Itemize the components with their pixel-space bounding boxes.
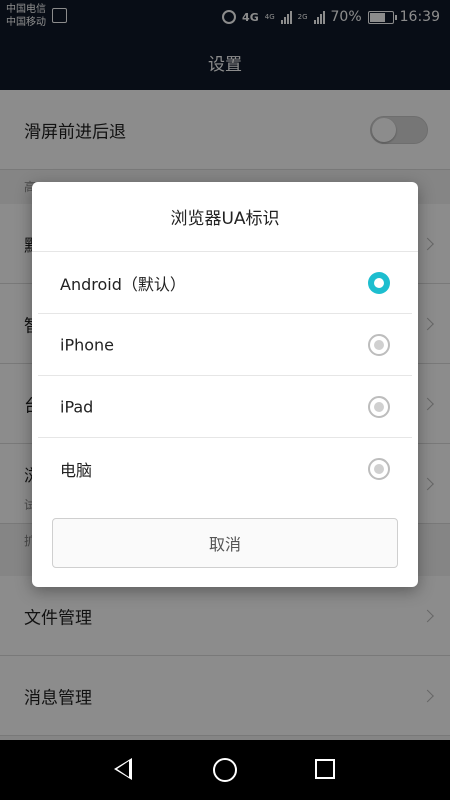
option-label: Android（默认）	[60, 274, 186, 294]
radio-unselected-icon[interactable]	[368, 458, 390, 480]
ua-option-pc[interactable]: 电脑	[38, 438, 412, 500]
ua-option-ipad[interactable]: iPad	[38, 376, 412, 438]
navigation-bar	[0, 740, 450, 800]
back-icon[interactable]	[114, 758, 132, 780]
cancel-button[interactable]: 取消	[52, 518, 398, 568]
radio-unselected-icon[interactable]	[368, 395, 390, 418]
dialog-title: 浏览器UA标识	[32, 182, 418, 252]
home-icon[interactable]	[213, 758, 237, 782]
ua-option-android[interactable]: Android（默认）	[38, 252, 412, 314]
ua-option-iphone[interactable]: iPhone	[38, 314, 412, 376]
option-label: iPhone	[60, 335, 115, 354]
ua-dialog: 浏览器UA标识 Android（默认） iPhone iPad 电脑 取消	[32, 182, 418, 587]
radio-selected-icon[interactable]	[368, 271, 390, 294]
recent-apps-icon[interactable]	[315, 759, 335, 779]
option-label: iPad	[60, 397, 94, 416]
radio-unselected-icon[interactable]	[368, 333, 390, 356]
option-label: 电脑	[60, 461, 93, 480]
